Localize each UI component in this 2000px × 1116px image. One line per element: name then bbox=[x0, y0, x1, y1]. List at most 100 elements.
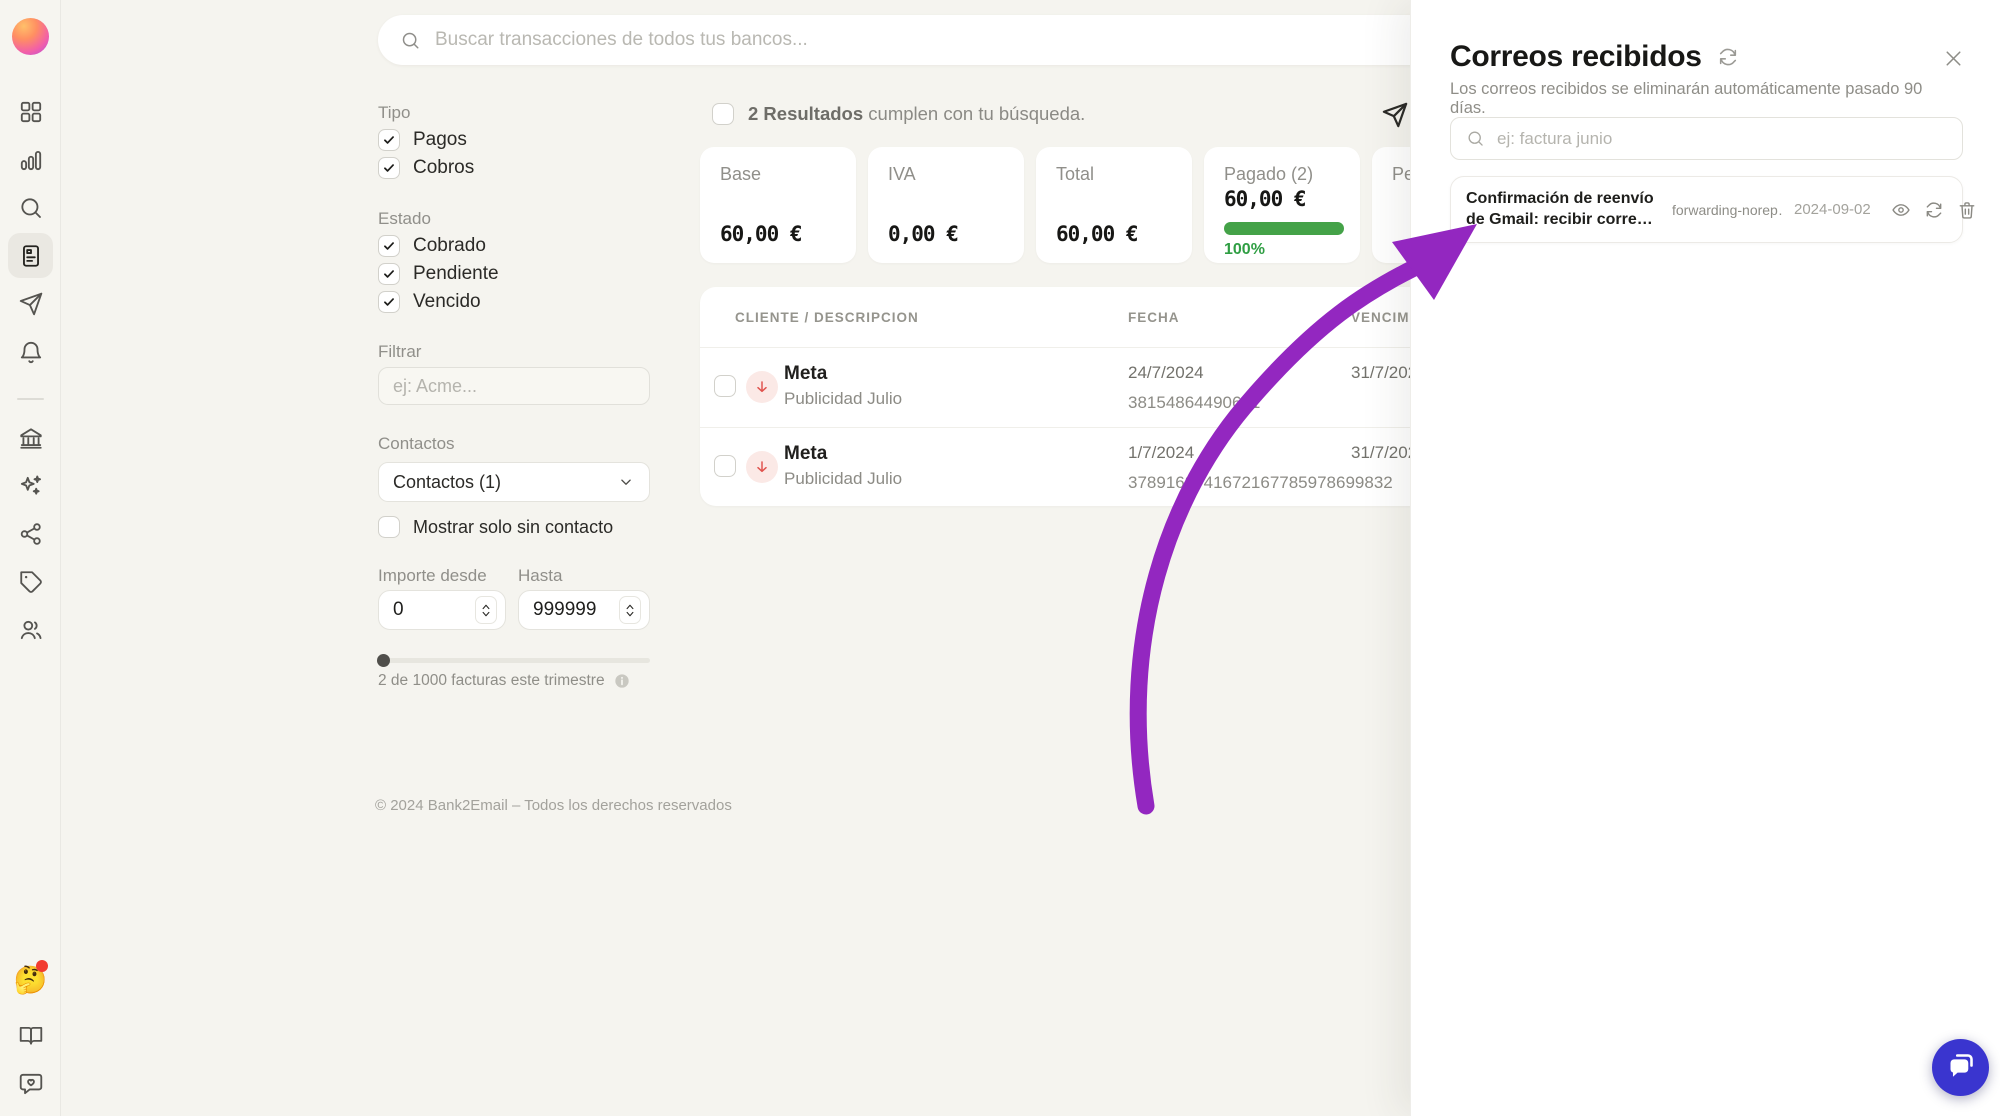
card-value: 60,00 € bbox=[1224, 187, 1306, 211]
column-header-cliente: CLIENTE / DESCRIPCION bbox=[735, 310, 919, 325]
quota-caption-text: 2 de 1000 facturas este trimestre bbox=[378, 672, 605, 690]
view-email-button[interactable] bbox=[1891, 200, 1911, 220]
checkbox-label: Cobrado bbox=[413, 235, 486, 257]
row-checkbox[interactable] bbox=[714, 375, 736, 397]
chat-bubbles-icon bbox=[1946, 1051, 1976, 1084]
checkbox-label: Cobros bbox=[413, 157, 474, 179]
summary-card-iva: IVA 0,00 € bbox=[868, 147, 1024, 263]
checkbox-checked[interactable] bbox=[378, 235, 400, 257]
chevron-down-icon bbox=[617, 473, 635, 491]
amount-from-label: Importe desde bbox=[378, 566, 487, 586]
paid-progress-label: 100% bbox=[1224, 241, 1265, 259]
quota-caption: 2 de 1000 facturas este trimestre bbox=[378, 672, 630, 690]
sidebar-item-banks[interactable] bbox=[8, 415, 53, 460]
filter-text-input[interactable] bbox=[378, 367, 650, 405]
amount-to-label: Hasta bbox=[518, 566, 562, 586]
footer-copyright: © 2024 Bank2Email – Todos los derechos r… bbox=[375, 797, 732, 814]
refresh-icon bbox=[1717, 46, 1739, 68]
checkbox-checked[interactable] bbox=[378, 263, 400, 285]
drawer-subtitle: Los correos recibidos se eliminarán auto… bbox=[1450, 80, 1950, 118]
sidebar-item-dashboard[interactable] bbox=[8, 89, 53, 134]
search-icon bbox=[400, 30, 421, 51]
sidebar-item-docs[interactable] bbox=[8, 1013, 53, 1058]
app-window: 🤔 Tipo Pagos Cobros Estado Cobrado Pendi… bbox=[0, 0, 2000, 1116]
email-list-item[interactable]: Confirmación de reenvío de Gmail: recibi… bbox=[1450, 176, 1963, 243]
refresh-emails-button[interactable] bbox=[1717, 46, 1739, 68]
amount-from-field bbox=[378, 590, 506, 630]
sidebar-item-send[interactable] bbox=[8, 281, 53, 326]
delete-email-button[interactable] bbox=[1957, 200, 1977, 220]
filter-group-label-filtrar: Filtrar bbox=[378, 342, 421, 362]
sparkles-icon bbox=[18, 473, 44, 499]
sidebar-item-share[interactable] bbox=[8, 511, 53, 556]
column-header-fecha: FECHA bbox=[1128, 310, 1180, 325]
email-date: 2024-09-02 bbox=[1794, 201, 1871, 218]
results-header: 2 Resultados cumplen con tu búsqueda. bbox=[712, 103, 1085, 125]
checkbox-checked[interactable] bbox=[378, 291, 400, 313]
eye-icon bbox=[1891, 200, 1911, 220]
results-summary: 2 Resultados cumplen con tu búsqueda. bbox=[748, 103, 1085, 125]
email-search-input[interactable] bbox=[1497, 129, 1947, 149]
contacts-select-value: Contactos (1) bbox=[393, 472, 501, 493]
dashboard-grid-icon bbox=[18, 99, 44, 125]
invoice-quota-slider[interactable] bbox=[378, 658, 650, 663]
select-all-checkbox[interactable] bbox=[712, 103, 734, 125]
share-icon bbox=[18, 521, 44, 547]
checkbox-checked[interactable] bbox=[378, 157, 400, 179]
notification-dot bbox=[36, 960, 48, 972]
sidebar-item-notifications[interactable] bbox=[8, 329, 53, 374]
amount-from-input[interactable] bbox=[393, 599, 475, 621]
filter-checkbox-pendiente[interactable]: Pendiente bbox=[378, 263, 499, 285]
reprocess-email-button[interactable] bbox=[1924, 200, 1944, 220]
sidebar-item-contacts[interactable] bbox=[8, 607, 53, 652]
number-stepper[interactable] bbox=[475, 596, 497, 624]
chat-widget-button[interactable] bbox=[1932, 1039, 1989, 1096]
checkbox-label: Mostrar solo sin contacto bbox=[413, 517, 613, 538]
send-results-button[interactable] bbox=[1376, 96, 1414, 134]
sidebar-item-invoices[interactable] bbox=[8, 233, 53, 278]
search-icon bbox=[1466, 129, 1485, 148]
client-name: Meta bbox=[784, 443, 827, 465]
sidebar-item-tags[interactable] bbox=[8, 559, 53, 604]
amount-to-input[interactable] bbox=[533, 599, 619, 621]
filter-checkbox-cobrado[interactable]: Cobrado bbox=[378, 235, 486, 257]
row-checkbox[interactable] bbox=[714, 455, 736, 477]
card-label: Total bbox=[1056, 164, 1094, 185]
paid-progress-bar bbox=[1224, 222, 1344, 235]
info-icon[interactable] bbox=[614, 673, 630, 689]
filter-checkbox-sin-contacto[interactable]: Mostrar solo sin contacto bbox=[378, 516, 613, 538]
filter-checkbox-vencido[interactable]: Vencido bbox=[378, 291, 481, 313]
email-subject: Confirmación de reenvío de Gmail: recibi… bbox=[1466, 189, 1662, 231]
app-logo[interactable] bbox=[12, 18, 49, 55]
sidebar-item-profile[interactable]: 🤔 bbox=[8, 958, 53, 1003]
sidebar-item-feedback[interactable] bbox=[8, 1061, 53, 1106]
sidebar-item-analytics[interactable] bbox=[8, 137, 53, 182]
filter-checkbox-pagos[interactable]: Pagos bbox=[378, 129, 467, 151]
close-icon bbox=[1941, 46, 1966, 71]
number-stepper[interactable] bbox=[619, 596, 641, 624]
payment-type-badge bbox=[746, 371, 778, 403]
sidebar-item-search[interactable] bbox=[8, 185, 53, 230]
amount-to-field bbox=[518, 590, 650, 630]
refresh-icon bbox=[1924, 200, 1944, 220]
invoice-document-icon bbox=[18, 243, 44, 269]
filter-checkbox-cobros[interactable]: Cobros bbox=[378, 157, 474, 179]
transaction-reference: 38154864490651 bbox=[1128, 393, 1260, 413]
search-icon bbox=[18, 195, 44, 221]
checkbox-checked[interactable] bbox=[378, 129, 400, 151]
close-drawer-button[interactable] bbox=[1941, 46, 1966, 71]
checkbox-label: Pendiente bbox=[413, 263, 499, 285]
checkbox-unchecked[interactable] bbox=[378, 516, 400, 538]
arrow-down-icon bbox=[754, 459, 770, 475]
email-actions bbox=[1891, 200, 1977, 220]
slider-handle[interactable] bbox=[377, 654, 390, 667]
contacts-select[interactable]: Contactos (1) bbox=[378, 462, 650, 502]
checkbox-label: Pagos bbox=[413, 129, 467, 151]
bar-chart-icon bbox=[18, 147, 44, 173]
sidebar-item-ai[interactable] bbox=[8, 463, 53, 508]
received-emails-drawer: Correos recibidos Los correos recibidos … bbox=[1410, 0, 2000, 1116]
paper-plane-icon bbox=[1381, 101, 1409, 129]
transaction-reference: 3789168741672167785978699832 bbox=[1128, 473, 1393, 493]
results-summary-rest: cumplen con tu búsqueda. bbox=[863, 103, 1085, 124]
bank-icon bbox=[18, 425, 44, 451]
